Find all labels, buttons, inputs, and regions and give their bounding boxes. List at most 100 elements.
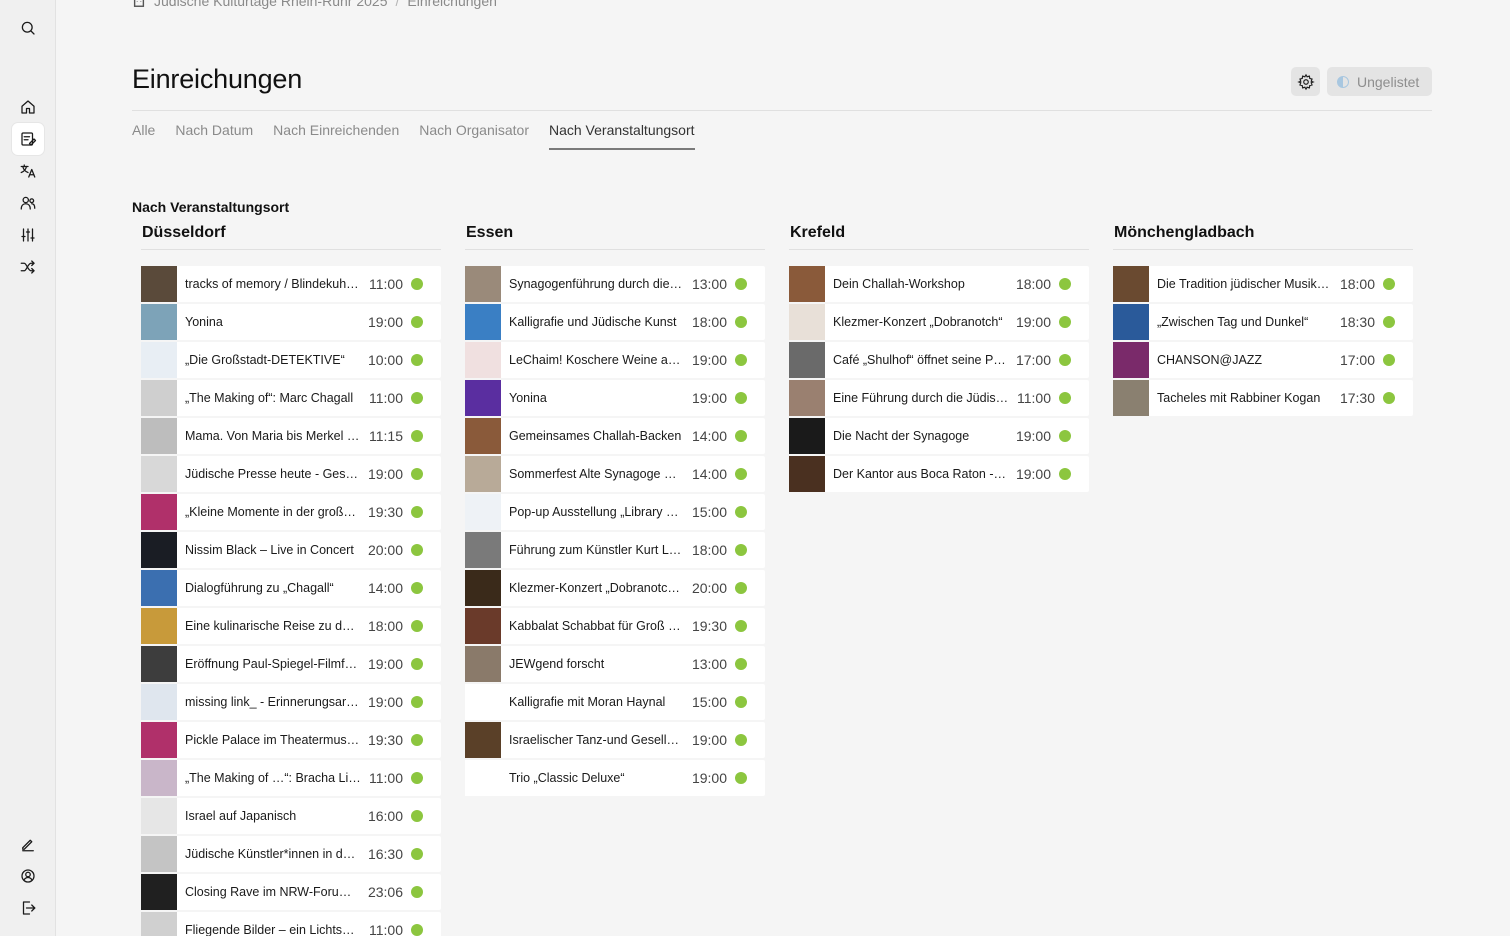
- event-card[interactable]: JEWgend forscht 13:00: [465, 646, 765, 682]
- translate-icon[interactable]: [12, 155, 44, 187]
- event-card[interactable]: Klezmer-Konzert „Dobranotch“ 19:00: [789, 304, 1089, 340]
- event-card[interactable]: Die Nacht der Synagoge 19:00: [789, 418, 1089, 454]
- submissions-icon[interactable]: [12, 123, 44, 155]
- event-title: Eine Führung durch die Jüdis…: [833, 391, 1009, 405]
- event-card[interactable]: Tacheles mit Rabbiner Kogan 17:30: [1113, 380, 1413, 416]
- tab-by-venue[interactable]: Nach Veranstaltungsort: [548, 122, 695, 150]
- event-card[interactable]: Closing Rave im NRW-Forum… 23:06: [141, 874, 441, 910]
- event-list: Die Tradition jüdischer Musik… 18:00 „Zwis…: [1113, 266, 1413, 416]
- status-dot: [411, 544, 423, 556]
- event-card[interactable]: „Kleine Momente in der groß… 19:30: [141, 494, 441, 530]
- event-card[interactable]: Klezmer-Konzert „Dobranotc… 20:00: [465, 570, 765, 606]
- event-time: 19:00: [1015, 314, 1051, 330]
- users-icon[interactable]: [12, 187, 44, 219]
- event-card[interactable]: LeChaim! Koschere Weine au… 19:00: [465, 342, 765, 378]
- event-card[interactable]: Die Tradition jüdischer Musik… 18:00: [1113, 266, 1413, 302]
- search-icon[interactable]: [12, 12, 44, 44]
- event-time: 11:00: [369, 770, 403, 786]
- event-time: 19:00: [691, 732, 727, 748]
- event-card[interactable]: Kabbalat Schabbat für Groß … 19:30: [465, 608, 765, 644]
- event-time: 17:00: [1339, 352, 1375, 368]
- event-thumbnail: [141, 760, 177, 796]
- event-card[interactable]: Israelischer Tanz-und Gesells… 19:00: [465, 722, 765, 758]
- status-dot: [411, 848, 423, 860]
- event-card[interactable]: Eröffnung Paul-Spiegel-Filmf… 19:00: [141, 646, 441, 682]
- event-card[interactable]: Der Kantor aus Boca Raton - … 19:00: [789, 456, 1089, 492]
- event-card[interactable]: Yonina 19:00: [465, 380, 765, 416]
- event-card[interactable]: CHANSON@JAZZ 17:00: [1113, 342, 1413, 378]
- event-card[interactable]: Eine kulinarische Reise zu de… 18:00: [141, 608, 441, 644]
- status-dot: [735, 658, 747, 670]
- event-thumbnail: [465, 266, 501, 302]
- event-card[interactable]: Mama. Von Maria bis Merkel -… 11:15: [141, 418, 441, 454]
- section-title: Nach Veranstaltungsort: [132, 199, 290, 215]
- event-thumbnail: [141, 570, 177, 606]
- sliders-icon[interactable]: [12, 219, 44, 251]
- event-title: Führung zum Künstler Kurt L…: [509, 543, 682, 557]
- event-card[interactable]: tracks of memory / Blindekuh… 11:00: [141, 266, 441, 302]
- event-card[interactable]: Jüdische Presse heute - Ges… 19:00: [141, 456, 441, 492]
- event-title: Yonina: [185, 315, 223, 329]
- tab-by-organizer[interactable]: Nach Organisator: [419, 122, 529, 150]
- event-time: 14:00: [691, 428, 727, 444]
- event-card[interactable]: „Zwischen Tag und Dunkel“ 18:30: [1113, 304, 1413, 340]
- status-dot: [411, 506, 423, 518]
- event-card[interactable]: „Die Großstadt-DETEKTIVE“ 10:00: [141, 342, 441, 378]
- event-card[interactable]: „The Making of“: Marc Chagall 11:00: [141, 380, 441, 416]
- event-time: 19:00: [691, 390, 727, 406]
- event-card[interactable]: Yonina 19:00: [141, 304, 441, 340]
- event-card[interactable]: Israel auf Japanisch 16:00: [141, 798, 441, 834]
- event-card[interactable]: Eine Führung durch die Jüdis… 11:00: [789, 380, 1089, 416]
- breadcrumb-item-festival[interactable]: Jüdische Kulturtage Rhein-Ruhr 2025: [154, 0, 387, 9]
- event-card[interactable]: Pickle Palace im Theatermus… 19:30: [141, 722, 441, 758]
- event-card[interactable]: Synagogenführung durch die… 13:00: [465, 266, 765, 302]
- event-card[interactable]: Gemeinsames Challah-Backen 14:00: [465, 418, 765, 454]
- breadcrumb: Jüdische Kulturtage Rhein-Ruhr 2025 / Ei…: [132, 0, 497, 9]
- event-card[interactable]: Pop-up Ausstellung „Library … 15:00: [465, 494, 765, 530]
- event-card[interactable]: Fliegende Bilder – ein Lichtsp… 11:00: [141, 912, 441, 936]
- event-card[interactable]: Kalligrafie mit Moran Haynal 15:00: [465, 684, 765, 720]
- event-title: Trio „Classic Deluxe“: [509, 771, 625, 785]
- status-dot: [1383, 392, 1395, 404]
- event-card[interactable]: Sommerfest Alte Synagoge … 14:00: [465, 456, 765, 492]
- logout-icon[interactable]: [12, 892, 44, 924]
- event-card[interactable]: Führung zum Künstler Kurt L… 18:00: [465, 532, 765, 568]
- event-time: 14:00: [367, 580, 403, 596]
- status-dot: [411, 468, 423, 480]
- status-dot: [735, 582, 747, 594]
- event-thumbnail: [465, 532, 501, 568]
- event-card[interactable]: Dialogführung zu „Chagall“ 14:00: [141, 570, 441, 606]
- event-time: 17:30: [1339, 390, 1375, 406]
- event-card[interactable]: „The Making of …“: Bracha Li… 11:00: [141, 760, 441, 796]
- home-icon[interactable]: [12, 91, 44, 123]
- event-card[interactable]: Café „Shulhof“ öffnet seine P… 17:00: [789, 342, 1089, 378]
- tab-all[interactable]: Alle: [132, 122, 155, 150]
- account-icon[interactable]: [12, 860, 44, 892]
- event-time: 19:00: [367, 694, 403, 710]
- status-dot: [735, 316, 747, 328]
- event-card[interactable]: Kalligrafie und Jüdische Kunst 18:00: [465, 304, 765, 340]
- status-dot: [735, 772, 747, 784]
- event-card[interactable]: Dein Challah-Workshop 18:00: [789, 266, 1089, 302]
- event-time: 18:00: [367, 618, 403, 634]
- event-title: Sommerfest Alte Synagoge …: [509, 467, 677, 481]
- tab-by-date[interactable]: Nach Datum: [175, 122, 253, 150]
- unlisted-toggle-button[interactable]: Ungelistet: [1327, 67, 1432, 96]
- event-time: 10:00: [367, 352, 403, 368]
- event-title: Dein Challah-Workshop: [833, 277, 965, 291]
- edit-icon[interactable]: [12, 828, 44, 860]
- shuffle-icon[interactable]: [12, 251, 44, 283]
- settings-button[interactable]: [1291, 67, 1320, 96]
- event-card[interactable]: Nissim Black – Live in Concert 20:00: [141, 532, 441, 568]
- event-title: Synagogenführung durch die…: [509, 277, 683, 291]
- gear-icon: [1296, 73, 1315, 90]
- event-thumbnail: [465, 456, 501, 492]
- event-card[interactable]: Trio „Classic Deluxe“ 19:00: [465, 760, 765, 796]
- event-card[interactable]: Jüdische Künstler*innen in d… 16:30: [141, 836, 441, 872]
- event-thumbnail: [1113, 380, 1149, 416]
- event-title: Closing Rave im NRW-Forum…: [185, 885, 361, 899]
- event-thumbnail: [141, 380, 177, 416]
- event-card[interactable]: missing link_ - Erinnerungsar… 19:00: [141, 684, 441, 720]
- status-dot: [1059, 354, 1071, 366]
- tab-by-submitter[interactable]: Nach Einreichenden: [273, 122, 399, 150]
